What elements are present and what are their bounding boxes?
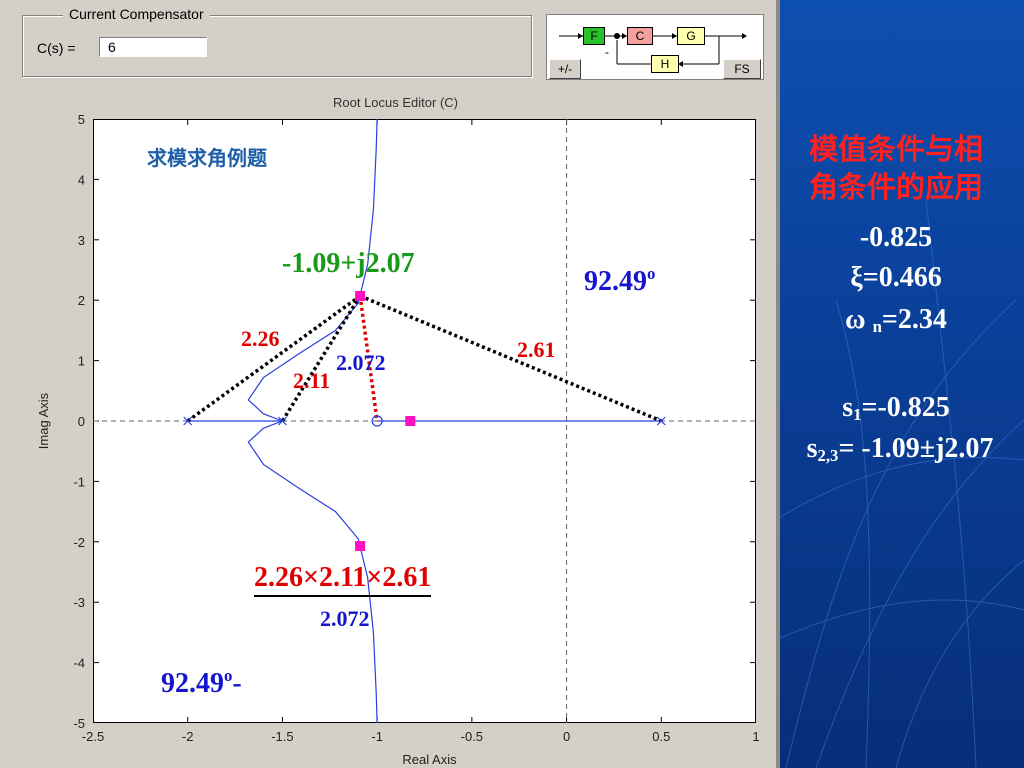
length-label-211: 2.11 bbox=[293, 368, 331, 393]
angle-label-bottom: 92.49o- bbox=[161, 666, 242, 699]
x-tick-label: -0.5 bbox=[461, 729, 483, 744]
product-numerator: 2.26×2.11×2.61 bbox=[254, 562, 432, 597]
x-axis-title: Real Axis bbox=[402, 752, 457, 767]
y-tick-label: -5 bbox=[73, 716, 85, 731]
x-tick-label: -1.5 bbox=[271, 729, 293, 744]
plot-title: Root Locus Editor (C) bbox=[333, 95, 458, 110]
window-edge bbox=[776, 0, 780, 768]
y-tick-label: 1 bbox=[78, 354, 85, 369]
y-tick-label: 0 bbox=[78, 414, 85, 429]
y-tick-label: -4 bbox=[73, 656, 85, 671]
right-heading-line2: 角条件的应用 bbox=[808, 170, 983, 204]
y-tick-label: -2 bbox=[73, 535, 85, 550]
background-decor bbox=[776, 199, 1024, 768]
x-tick-label: -2 bbox=[182, 729, 194, 744]
feedback-sign: - bbox=[605, 45, 609, 59]
compensator-gain-input[interactable]: 6 bbox=[99, 37, 207, 57]
compensator-panel-title: Current Compensator bbox=[63, 6, 210, 22]
length-label-2072: 2.072 bbox=[336, 350, 386, 375]
feedback-sign-button[interactable]: +/- bbox=[549, 59, 581, 79]
block-h[interactable]: H bbox=[651, 55, 679, 73]
fs-button[interactable]: FS bbox=[723, 59, 761, 79]
compensator-label: C(s) = bbox=[37, 40, 76, 56]
length-label-226: 2.26 bbox=[241, 326, 280, 351]
x-tick-label: 0 bbox=[563, 729, 570, 744]
y-tick-label: 3 bbox=[78, 233, 85, 248]
closed-loop-pole-marker bbox=[355, 541, 366, 552]
x-tick-label: 0.5 bbox=[652, 729, 670, 744]
x-tick-label: -1 bbox=[371, 729, 383, 744]
construction-line-pole bbox=[359, 294, 662, 423]
x-tick-label: 1 bbox=[752, 729, 759, 744]
x-tick-label: -2.5 bbox=[82, 729, 104, 744]
compensator-panel: Current Compensator C(s) = 6 bbox=[22, 6, 532, 77]
block-f[interactable]: F bbox=[583, 27, 605, 45]
root-s23: s2,3= -1.09±j2.07 bbox=[806, 433, 994, 465]
y-tick-label: 2 bbox=[78, 293, 85, 308]
sigma-value: -0.825 bbox=[859, 222, 933, 253]
y-tick-label: 5 bbox=[78, 112, 85, 127]
damping-ratio: ξ=0.466 bbox=[850, 262, 942, 293]
block-g[interactable]: G bbox=[677, 27, 705, 45]
construction-line-pole bbox=[186, 294, 362, 423]
y-tick-label: -3 bbox=[73, 595, 85, 610]
example-title: 求模求角例题 bbox=[147, 146, 267, 170]
slide-background bbox=[776, 0, 1024, 768]
closed-loop-pole-marker bbox=[355, 290, 366, 301]
right-heading-line1: 模值条件与相 bbox=[808, 132, 983, 166]
natural-frequency: ω n=2.34 bbox=[845, 304, 947, 336]
y-tick-label: 4 bbox=[78, 172, 85, 187]
product-denominator: 2.072 bbox=[320, 606, 370, 631]
root-s1: s1=-0.825 bbox=[842, 392, 950, 424]
closed-loop-pole-marker bbox=[405, 416, 416, 426]
angle-label-top: 92.49o bbox=[584, 264, 656, 297]
root-locus-plot[interactable] bbox=[93, 119, 756, 723]
root-locus-svg[interactable] bbox=[93, 119, 756, 723]
sisotool-window: Current Compensator C(s) = 6 F C G H - +… bbox=[0, 0, 776, 768]
pole-label: -1.09+j2.07 bbox=[282, 248, 415, 279]
y-axis-title: Imag Axis bbox=[36, 392, 51, 449]
block-c[interactable]: C bbox=[627, 27, 653, 45]
feedback-block-diagram: F C G H - +/- FS bbox=[546, 14, 764, 80]
y-tick-label: -1 bbox=[73, 474, 85, 489]
right-heading: 模值条件与相 角条件的应用 bbox=[784, 130, 1008, 206]
length-label-261: 2.61 bbox=[517, 337, 556, 362]
